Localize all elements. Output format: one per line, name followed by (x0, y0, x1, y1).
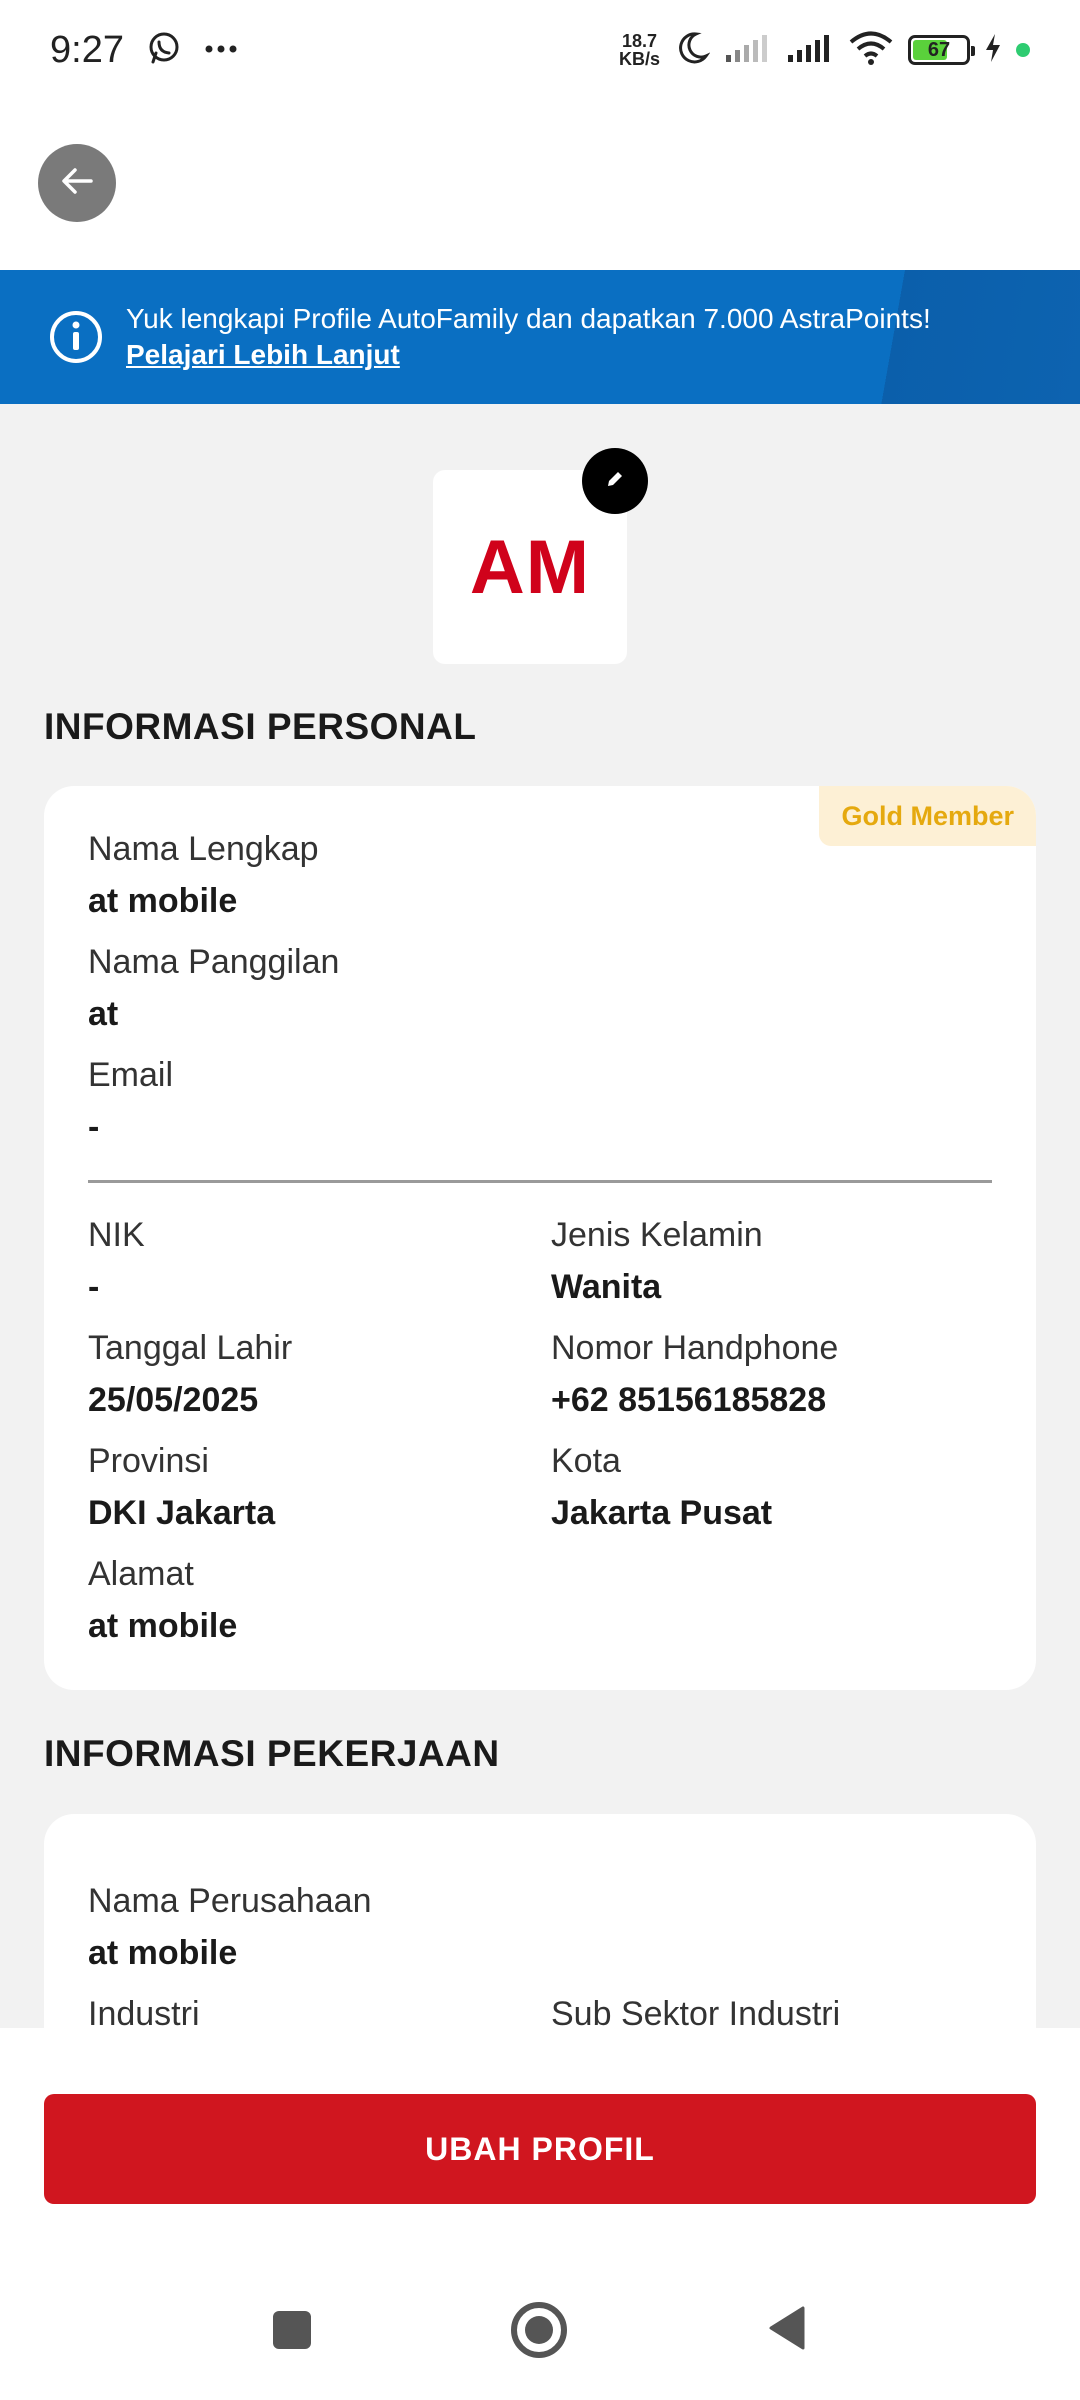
status-time: 9:27 (50, 28, 124, 71)
privacy-indicator-dot (1016, 43, 1030, 57)
field-label: Kota (551, 1442, 621, 1480)
wifi-icon (848, 31, 894, 70)
field-label: Tanggal Lahir (88, 1329, 293, 1367)
field-province: Provinsi DKI Jakarta (88, 1440, 275, 1534)
signal-weak-icon (724, 33, 772, 68)
whatsapp-icon (146, 30, 182, 71)
home-icon[interactable] (511, 2302, 567, 2358)
field-email: Email - (88, 1054, 173, 1148)
info-icon (48, 309, 104, 365)
field-label: Nama Lengkap (88, 830, 319, 868)
field-company: Nama Perusahaan at mobile (88, 1880, 372, 1974)
field-label: Email (88, 1056, 174, 1094)
field-value: - (88, 1268, 100, 1306)
field-label: NIK (88, 1216, 145, 1254)
field-city: Kota Jakarta Pusat (551, 1440, 772, 1534)
moon-icon (674, 30, 711, 71)
field-label: Provinsi (88, 1442, 209, 1480)
work-section-title: INFORMASI PEKERJAAN (44, 1733, 500, 1774)
field-nik: NIK - (88, 1214, 145, 1308)
field-value: at mobile (88, 882, 238, 920)
field-label: Nama Panggilan (88, 943, 340, 981)
more-notifications-icon (204, 41, 238, 59)
pencil-icon (604, 468, 626, 495)
field-value: +62 85156185828 (551, 1381, 827, 1419)
divider (88, 1180, 992, 1183)
field-address: Alamat at mobile (88, 1553, 237, 1647)
membership-badge: Gold Member (819, 786, 1036, 846)
field-value: at mobile (88, 1607, 238, 1645)
field-value: at (88, 995, 119, 1033)
field-value: DKI Jakarta (88, 1494, 276, 1532)
banner-message: Yuk lengkapi Profile AutoFamily dan dapa… (126, 303, 931, 334)
field-birth-date: Tanggal Lahir 25/05/2025 (88, 1327, 292, 1421)
signal-icon (786, 33, 834, 68)
field-value: 25/05/2025 (88, 1381, 259, 1419)
edit-profile-button[interactable]: UBAH PROFIL (44, 2094, 1036, 2204)
battery-icon: 67 (908, 35, 975, 65)
profile-completion-banner: Yuk lengkapi Profile AutoFamily dan dapa… (0, 270, 1080, 404)
recent-apps-icon[interactable] (273, 2311, 311, 2349)
field-nickname: Nama Panggilan at (88, 941, 339, 1035)
field-value: Jakarta Pusat (551, 1494, 773, 1532)
field-phone: Nomor Handphone +62 85156185828 (551, 1327, 838, 1421)
back-triangle-icon[interactable] (767, 2305, 807, 2356)
learn-more-link[interactable]: Pelajari Lebih Lanjut (126, 337, 931, 373)
arrow-left-icon (57, 161, 97, 206)
system-navigation-bar (0, 2260, 1080, 2400)
field-value: - (88, 1108, 100, 1146)
field-label: Alamat (88, 1555, 194, 1593)
back-button[interactable] (38, 144, 116, 222)
field-value: at mobile (88, 1934, 238, 1972)
charging-icon (984, 33, 1002, 68)
personal-section-title: INFORMASI PERSONAL (44, 706, 477, 747)
field-full-name: Nama Lengkap at mobile (88, 828, 319, 922)
field-label: Jenis Kelamin (551, 1216, 763, 1254)
edit-avatar-button[interactable] (582, 448, 648, 514)
field-gender: Jenis Kelamin Wanita (551, 1214, 763, 1308)
field-label: Nomor Handphone (551, 1329, 839, 1367)
field-label: Nama Perusahaan (88, 1882, 372, 1920)
status-bar: 9:27 18.7 KB/s 67 (0, 0, 1080, 100)
avatar-initials: AM (469, 524, 591, 610)
top-app-bar (0, 100, 1080, 270)
network-speed: 18.7 KB/s (618, 31, 660, 69)
field-value: Wanita (551, 1268, 662, 1306)
personal-info-card: Gold Member Nama Lengkap at mobile Nama … (44, 786, 1036, 1690)
